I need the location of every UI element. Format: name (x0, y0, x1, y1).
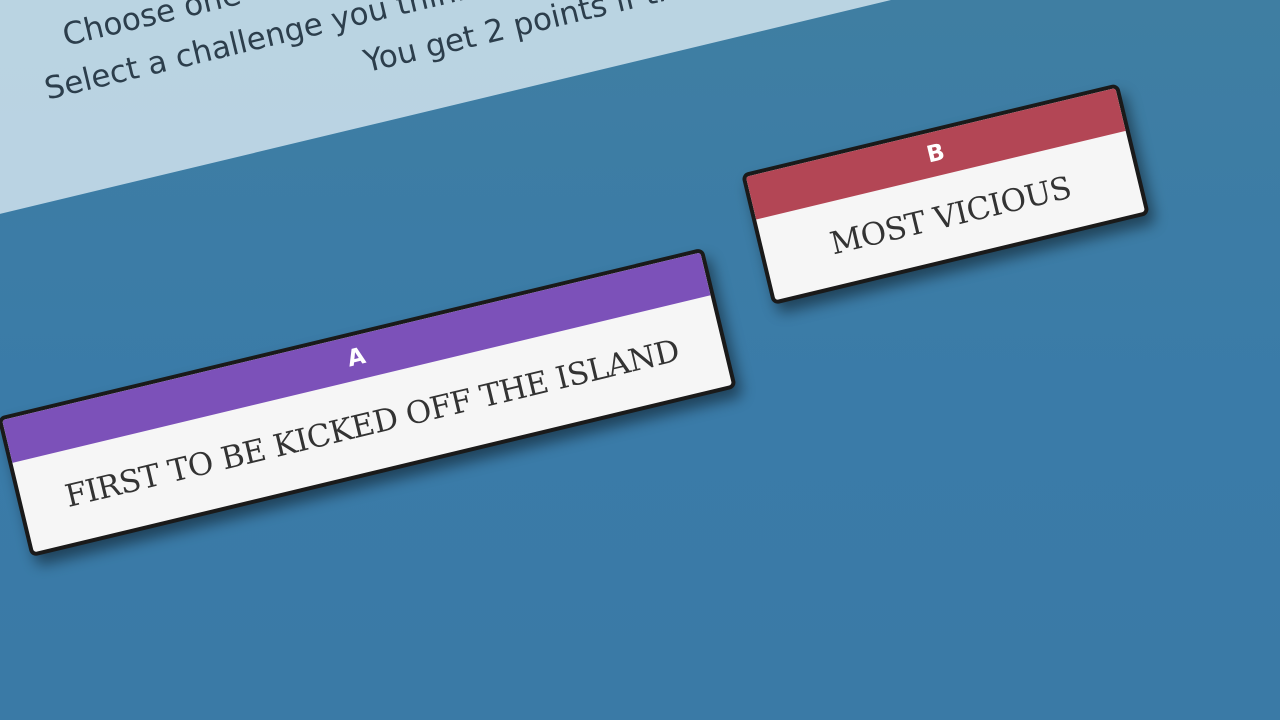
game-screen: Choose one of the contenders to battle o… (0, 0, 1280, 720)
option-b-button[interactable]: B MOST VICIOUS (741, 83, 1150, 306)
tilted-stage: Choose one of the contenders to battle o… (0, 0, 1280, 720)
option-a-button[interactable]: A FIRST TO BE KICKED OFF THE ISLAND (0, 247, 737, 558)
